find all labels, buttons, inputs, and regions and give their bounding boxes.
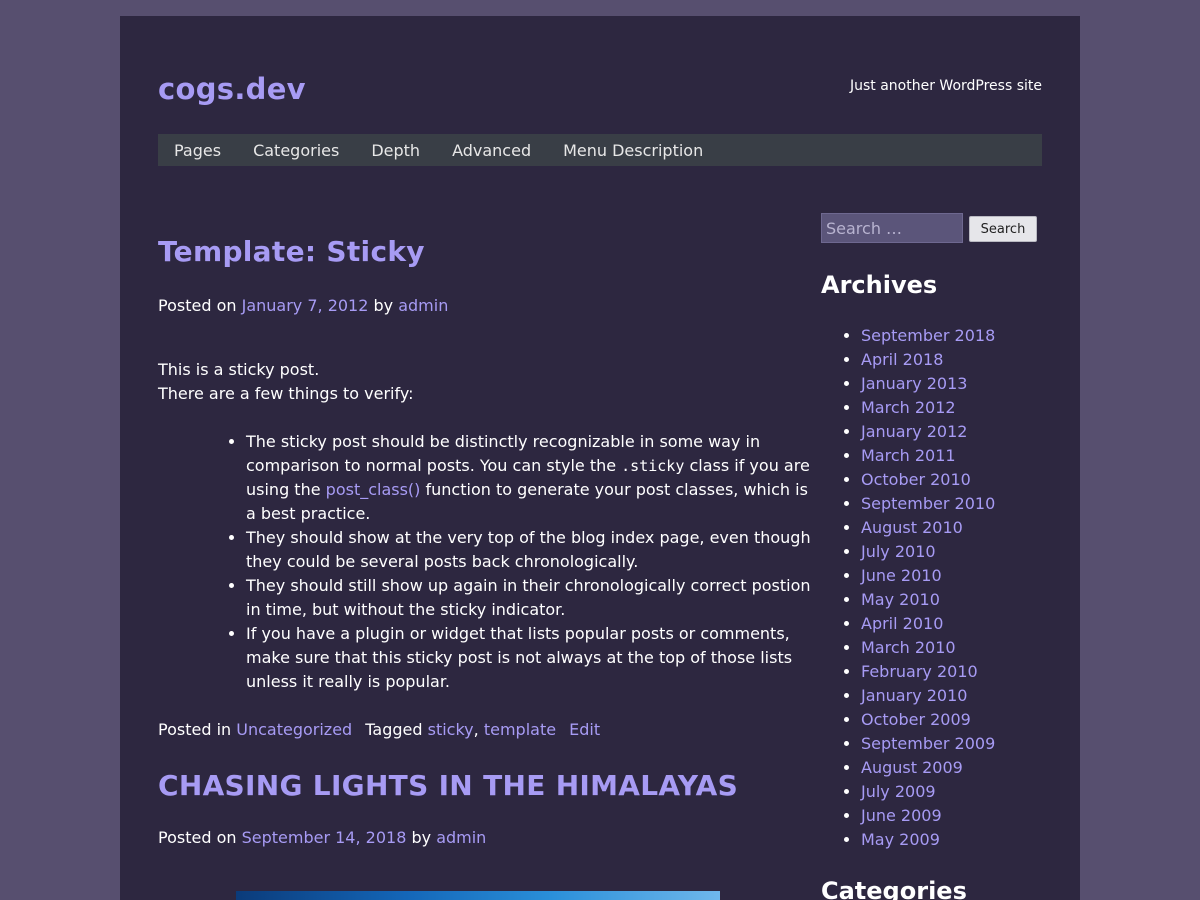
archive-link[interactable]: July 2009 [861, 782, 936, 801]
archive-item: September 2018 [861, 324, 995, 348]
archive-link[interactable]: August 2010 [861, 518, 963, 537]
archive-item: February 2010 [861, 660, 995, 684]
archive-item: June 2010 [861, 564, 995, 588]
archive-item: July 2009 [861, 780, 995, 804]
post-footer: Posted in Uncategorized Tagged sticky, t… [158, 720, 601, 739]
posted-in-label: Posted in [158, 720, 232, 739]
archive-link[interactable]: March 2010 [861, 638, 956, 657]
archive-item: September 2010 [861, 492, 995, 516]
list-item: The sticky post should be distinctly rec… [246, 430, 820, 526]
archive-item: March 2012 [861, 396, 995, 420]
archive-item: March 2010 [861, 636, 995, 660]
verify-list: The sticky post should be distinctly rec… [158, 430, 820, 694]
archive-item: March 2011 [861, 444, 995, 468]
tag-link-template[interactable]: template [484, 720, 556, 739]
archive-link[interactable]: April 2010 [861, 614, 943, 633]
archive-link[interactable]: September 2009 [861, 734, 995, 753]
archive-item: June 2009 [861, 804, 995, 828]
categories-title: Categories [821, 877, 967, 900]
archive-item: May 2010 [861, 588, 995, 612]
post-class-link[interactable]: post_class() [326, 480, 421, 499]
intro-line: There are a few things to verify: [158, 384, 414, 403]
archive-link[interactable]: February 2010 [861, 662, 978, 681]
sticky-class-code: .sticky [621, 457, 685, 475]
tagged-label: Tagged [365, 720, 423, 739]
archive-item: September 2009 [861, 732, 995, 756]
archive-link[interactable]: January 2013 [861, 374, 967, 393]
list-item: If you have a plugin or widget that list… [246, 622, 820, 694]
post-meta: Posted on January 7, 2012 by admin [158, 294, 448, 318]
archive-link[interactable]: October 2009 [861, 710, 971, 729]
archive-link[interactable]: January 2010 [861, 686, 967, 705]
site-description: Just another WordPress site [849, 78, 1042, 94]
archive-item: January 2013 [861, 372, 995, 396]
archive-link[interactable]: September 2010 [861, 494, 995, 513]
search-button[interactable]: Search [969, 216, 1037, 242]
archive-link[interactable]: June 2009 [861, 806, 942, 825]
archive-item: October 2009 [861, 708, 995, 732]
site-title[interactable]: cogs.dev [158, 72, 306, 106]
archive-item: January 2012 [861, 420, 995, 444]
main-navigation: Pages Categories Depth Advanced Menu Des… [158, 134, 1042, 166]
archive-link[interactable]: June 2010 [861, 566, 942, 585]
posted-on-label: Posted on [158, 296, 237, 315]
intro-line: This is a sticky post. [158, 360, 320, 379]
post-date-link[interactable]: January 7, 2012 [242, 296, 369, 315]
post-body: This is a sticky post. There are a few t… [158, 358, 820, 694]
archive-link[interactable]: September 2018 [861, 326, 995, 345]
archive-link[interactable]: July 2010 [861, 542, 936, 561]
search-input[interactable] [821, 213, 963, 243]
archive-link[interactable]: May 2009 [861, 830, 940, 849]
archive-item: August 2010 [861, 516, 995, 540]
archive-item: January 2010 [861, 684, 995, 708]
archive-link[interactable]: May 2010 [861, 590, 940, 609]
featured-image[interactable] [236, 891, 720, 900]
page-container: cogs.dev Just another WordPress site Pag… [120, 16, 1080, 900]
nav-item-menu-description[interactable]: Menu Description [563, 141, 703, 160]
archive-link[interactable]: January 2012 [861, 422, 967, 441]
archive-item: July 2010 [861, 540, 995, 564]
post-author-link[interactable]: admin [398, 296, 448, 315]
by-label: by [411, 828, 432, 847]
post-title[interactable]: CHASING LIGHTS IN THE HIMALAYAS [158, 766, 738, 806]
nav-item-advanced[interactable]: Advanced [452, 141, 531, 160]
archive-link[interactable]: August 2009 [861, 758, 963, 777]
archives-title: Archives [821, 271, 938, 299]
tag-link-sticky[interactable]: sticky [428, 720, 474, 739]
post-title[interactable]: Template: Sticky [158, 232, 425, 272]
archive-link[interactable]: March 2011 [861, 446, 956, 465]
archive-item: October 2010 [861, 468, 995, 492]
archive-item: April 2018 [861, 348, 995, 372]
posted-on-label: Posted on [158, 828, 237, 847]
archives-list: September 2018 April 2018 January 2013 Marc… [821, 324, 995, 852]
nav-item-categories[interactable]: Categories [253, 141, 339, 160]
list-item: They should show at the very top of the … [246, 526, 820, 574]
archive-link[interactable]: April 2018 [861, 350, 943, 369]
post-meta: Posted on September 14, 2018 by admin [158, 826, 486, 850]
archive-item: April 2010 [861, 612, 995, 636]
archive-item: May 2009 [861, 828, 995, 852]
by-label: by [373, 296, 394, 315]
post-date-link[interactable]: September 14, 2018 [242, 828, 407, 847]
list-item: They should still show up again in their… [246, 574, 820, 622]
post-author-link[interactable]: admin [436, 828, 486, 847]
edit-link[interactable]: Edit [569, 720, 600, 739]
archive-link[interactable]: October 2010 [861, 470, 971, 489]
nav-item-depth[interactable]: Depth [371, 141, 420, 160]
category-link[interactable]: Uncategorized [236, 720, 352, 739]
archive-item: August 2009 [861, 756, 995, 780]
archive-link[interactable]: March 2012 [861, 398, 956, 417]
nav-item-pages[interactable]: Pages [174, 141, 221, 160]
